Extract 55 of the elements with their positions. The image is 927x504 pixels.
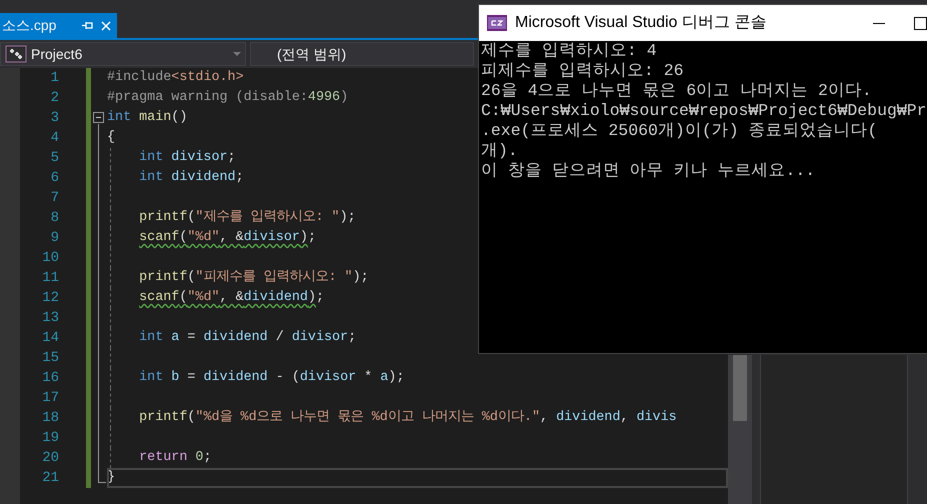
line-number: 10 <box>41 249 59 268</box>
line-number: 5 <box>50 149 59 168</box>
project-icon <box>5 45 27 63</box>
console-line: 개). <box>481 141 519 161</box>
console-line: C:₩Users₩xiolo₩source₩repos₩Project6₩Debug₩Pr <box>481 101 925 121</box>
console-line: 피제수를 입력하시오: 26 <box>481 61 685 81</box>
line-number: 1 <box>50 69 59 88</box>
window-title: Microsoft Visual Studio 디버그 콘솔 <box>515 13 766 33</box>
line-number: 6 <box>50 169 59 188</box>
code-line: printf("제수를 입력하시오: "); <box>139 210 356 225</box>
line-number: 9 <box>50 229 59 248</box>
maximize-button[interactable] <box>914 16 927 30</box>
code-line: scanf("%d", &divisor); <box>139 230 316 245</box>
line-number: 19 <box>41 429 59 448</box>
line-number: 4 <box>50 129 59 148</box>
code-line: #pragma warning (disable:4996) <box>107 90 348 105</box>
line-number: 17 <box>41 389 59 408</box>
console-line: .exe(프로세스 25060개)이(가) 종료되었습니다( <box>481 121 878 141</box>
line-number: 21 <box>41 469 59 488</box>
caret-icon <box>233 52 241 56</box>
code-line: { <box>107 130 116 145</box>
console-line: 제수를 입력하시오: 4 <box>481 41 658 61</box>
scroll-thumb[interactable] <box>733 355 747 421</box>
line-number: 11 <box>41 269 59 288</box>
line-number: 2 <box>50 89 59 108</box>
scope-dropdown[interactable]: (전역 범위) <box>250 42 474 66</box>
pin-icon[interactable] <box>82 21 93 30</box>
document-tab[interactable]: 소스.cpp <box>0 13 117 38</box>
line-number: 18 <box>41 409 59 428</box>
code-line: int b = dividend - (divisor * a); <box>139 370 404 385</box>
line-number: 16 <box>41 369 59 388</box>
line-number: 15 <box>41 349 59 368</box>
project-dropdown[interactable]: Project6 <box>0 42 246 66</box>
line-number: 8 <box>50 209 59 228</box>
code-line: scanf("%d", &dividend); <box>139 290 324 305</box>
line-number: 20 <box>41 449 59 468</box>
console-line: 이 창을 닫으려면 아무 키나 누르세요... <box>481 161 816 181</box>
line-number: 12 <box>41 289 59 308</box>
console-app-icon <box>487 15 507 31</box>
line-number: 7 <box>50 189 59 208</box>
console-line: 26을 4으로 나누면 몫은 6이고 나머지는 2이다. <box>481 81 873 101</box>
collapse-toggle[interactable] <box>93 112 104 123</box>
vertical-scrollbar[interactable] <box>728 355 752 504</box>
close-icon[interactable] <box>101 20 111 30</box>
line-number: 14 <box>41 329 59 348</box>
code-line: return 0; <box>139 450 212 465</box>
line-number: 3 <box>50 109 59 128</box>
code-line: #include<stdio.h> <box>107 70 244 85</box>
code-line: int a = dividend / divisor; <box>139 330 356 345</box>
code-line: int main() <box>107 110 188 125</box>
code-line: int dividend; <box>139 170 244 185</box>
line-number: 13 <box>41 309 59 328</box>
code-line: int divisor; <box>139 150 236 165</box>
code-line: printf("피제수를 입력하시오: "); <box>139 270 369 285</box>
code-line: printf("%d을 %d으로 나누면 몫은 %d이고 나머지는 %d이다.", dividend, divis <box>139 410 677 425</box>
